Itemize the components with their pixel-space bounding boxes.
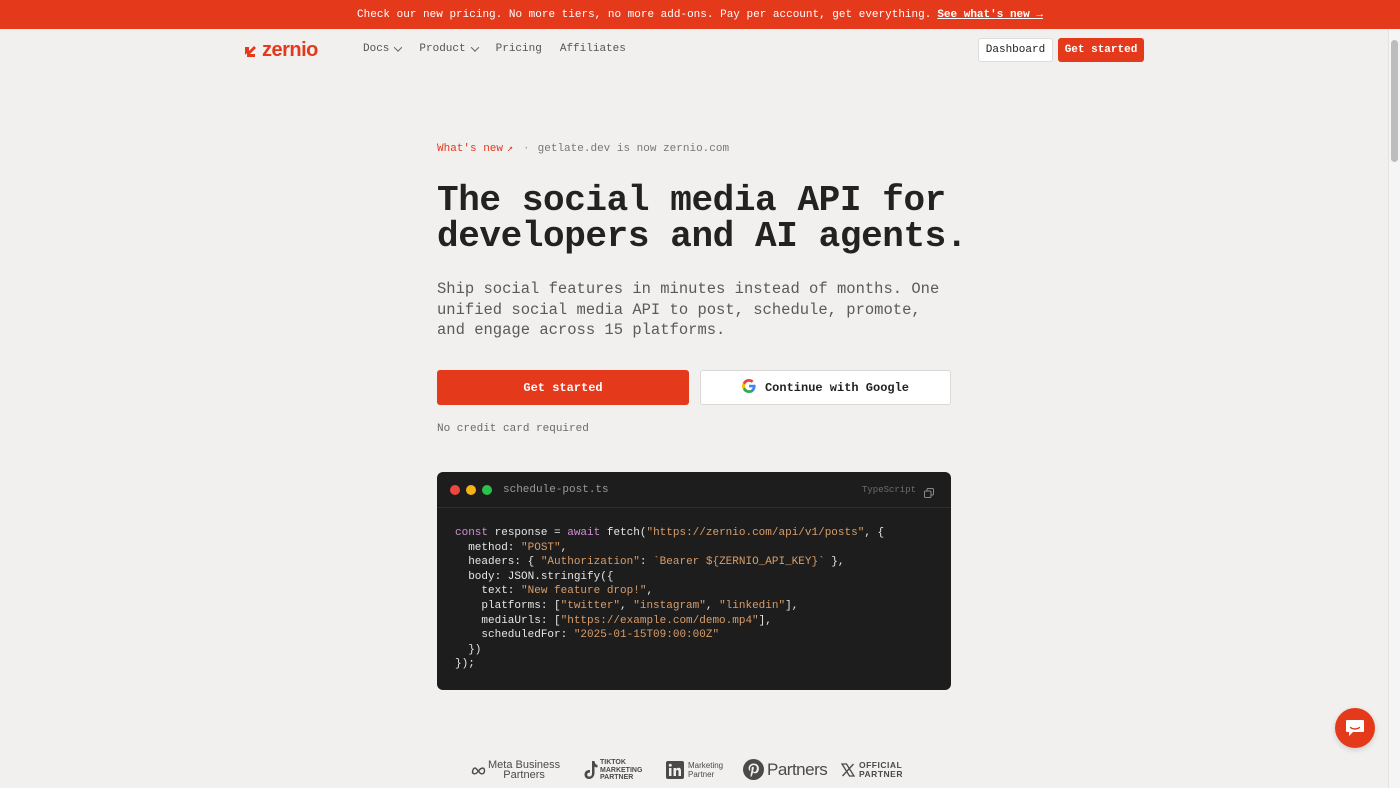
pinterest-partners-logo: Partners [743,759,828,780]
nav-item-docs[interactable]: Docs [363,43,403,55]
linkedin-label-1: Marketing [688,761,724,770]
code-window: schedule-post.ts TypeScript const respon… [437,472,951,690]
chevron-down-icon [394,43,403,52]
separator-dot: · [523,143,530,155]
announcement-bar: Check our new pricing. No more tiers, no… [0,0,1400,29]
x-label-2: PARTNER [859,769,903,779]
tiktok-marketing-partner-logo: TIKTOK MARKETING PARTNER [584,759,642,782]
google-button-label: Continue with Google [764,380,910,395]
hero-headline: The social media API for developers and … [437,183,997,255]
whats-new-info: getlate.dev is now zernio.com [537,143,730,155]
google-icon [741,378,765,397]
chevron-down-icon [470,43,479,52]
code-language: TypeScript [862,485,917,495]
get-started-button[interactable]: Get started [437,370,689,405]
x-icon [841,763,855,777]
nav-item-label: Pricing [495,43,542,55]
top-nav: zernio Docs Product Pricing Affiliates D… [0,29,1388,71]
window-minimize-dot [466,485,476,495]
linkedin-label-2: Partner [688,770,715,779]
hero-subhead: Ship social features in minutes instead … [437,280,940,339]
nav-item-pricing[interactable]: Pricing [496,43,542,55]
window-maximize-dot [482,485,492,495]
logo-text: zernio [262,39,318,61]
dashboard-button[interactable]: Dashboard [978,38,1053,62]
linkedin-marketing-partner-logo: Marketing Partner [666,761,723,779]
code-filename: schedule-post.ts [503,484,609,496]
meta-icon [471,766,486,775]
code-window-header: schedule-post.ts TypeScript [437,472,951,508]
no-credit-card-note: No credit card required [437,423,589,435]
copy-icon[interactable] [924,485,934,498]
nav-item-label: Product [419,43,466,55]
nav-item-label: Docs [363,43,390,55]
headline-line-1: The social media API for [437,180,946,221]
pinterest-icon [743,759,764,780]
nav-links: Docs Product Pricing Affiliates [363,43,644,55]
linkedin-icon [666,761,684,779]
logo-mark-icon [244,43,260,59]
chat-icon [1346,720,1364,736]
pinterest-label: Partners [767,759,828,779]
scrollbar-thumb[interactable] [1391,40,1398,162]
nav-item-product[interactable]: Product [419,43,479,55]
nav-item-label: Affiliates [559,43,626,55]
nav-item-affiliates[interactable]: Affiliates [560,43,626,55]
code-content: const response = await fetch("https://ze… [455,527,885,671]
window-close-dot [450,485,460,495]
x-official-partner-logo: OFFICIAL PARTNER [841,761,903,779]
tiktok-label-3: PARTNER [600,774,634,781]
nav-get-started-button[interactable]: Get started [1058,38,1144,62]
tiktok-icon [584,761,598,780]
meta-label-2: Partners [503,769,545,781]
announcement-text: Check our new pricing. No more tiers, no… [357,8,932,21]
tiktok-label-2: MARKETING [600,766,643,774]
whats-new-link[interactable]: What's new [437,143,503,155]
continue-with-google-button[interactable]: Continue with Google [700,370,951,405]
meta-business-partners-logo: Meta Business Partners [471,760,560,781]
whats-new-banner: What's new ↗ · getlate.dev is now zernio… [437,143,729,155]
chat-widget-button[interactable] [1335,708,1375,748]
tiktok-label-1: TIKTOK [600,759,626,766]
headline-line-2: developers and AI agents. [437,216,968,257]
arrow-up-right-icon: ↗ [507,144,514,155]
announcement-link[interactable]: See what's new → [937,9,1043,21]
partner-logos: Meta Business Partners TIKTOK MARKETING … [0,758,1388,784]
logo[interactable]: zernio [244,39,318,62]
